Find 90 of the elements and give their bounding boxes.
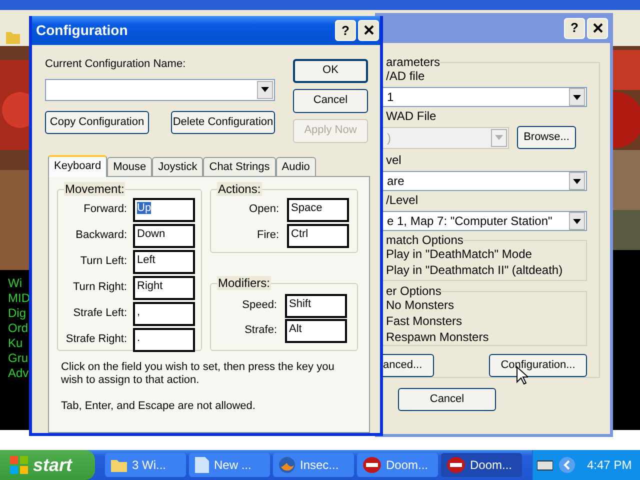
key-field[interactable]: Left xyxy=(133,250,195,274)
field-label: Forward: xyxy=(84,202,127,218)
console-text: Gru xyxy=(8,351,30,366)
field-value: Up xyxy=(137,202,152,214)
caret-icon xyxy=(261,87,269,92)
close-button[interactable] xyxy=(358,20,379,41)
field-label: Current Configuration Name: xyxy=(45,56,187,71)
help-button[interactable]: ? xyxy=(564,18,585,38)
browse-button[interactable]: Browse... xyxy=(517,126,576,149)
tab[interactable]: Keyboard xyxy=(48,154,108,177)
group-title: Modifiers: xyxy=(217,276,272,290)
option-label[interactable]: Respawn Monsters xyxy=(386,330,586,345)
field-value: . xyxy=(137,332,140,344)
mask-icon xyxy=(363,457,381,473)
caret-icon xyxy=(573,178,581,184)
mask-icon xyxy=(447,457,465,473)
console-text: MID xyxy=(8,291,30,306)
console-text: Ku xyxy=(8,336,24,351)
folder-icon xyxy=(111,458,127,472)
option-label[interactable]: Play in "Deathmatch II" (altdeath) xyxy=(386,263,586,277)
close-icon xyxy=(592,23,602,33)
field-label: Strafe Left: xyxy=(73,306,127,322)
tab[interactable]: Joystick xyxy=(152,156,204,176)
field-label: Backward: xyxy=(76,228,127,244)
console-text: Adv xyxy=(8,366,30,381)
field-value: Alt xyxy=(289,322,302,335)
key-field[interactable]: Right xyxy=(133,276,195,300)
taskbar-button[interactable]: Insec... xyxy=(273,453,354,477)
taskbar-button[interactable]: Doom... xyxy=(441,453,522,477)
document-icon xyxy=(195,457,209,473)
tab[interactable]: Mouse xyxy=(107,156,152,176)
field-value: , xyxy=(137,306,140,318)
key-field[interactable]: Up xyxy=(133,198,195,222)
field-value: Ctrl xyxy=(291,228,308,240)
console-text: Dig xyxy=(8,306,28,321)
dialog-button[interactable]: Cancel xyxy=(293,88,368,113)
key-field[interactable]: Ctrl xyxy=(287,224,349,248)
option-label[interactable]: No Monsters xyxy=(386,298,586,313)
windows-logo-icon xyxy=(10,456,28,474)
field-label: Turn Right: xyxy=(72,280,127,296)
copy-configuration-button[interactable]: Copy Configuration xyxy=(45,110,149,134)
key-field[interactable]: , xyxy=(133,302,195,326)
delete-configuration-button[interactable]: Delete Configuration xyxy=(171,110,275,134)
instruction-text: Click on the field you wish to set, then press the key you wish to assign to that action. xyxy=(61,360,336,387)
key-field[interactable]: Shift xyxy=(285,294,347,318)
window-title: Configuration xyxy=(36,20,128,40)
field-label: Open: xyxy=(249,202,279,218)
field-value: Space xyxy=(291,202,322,214)
cancel-button[interactable]: Cancel xyxy=(398,388,496,411)
field-label: Strafe Right: xyxy=(66,332,127,348)
console-text: Ord xyxy=(8,321,30,336)
caret-icon xyxy=(573,94,581,100)
help-button[interactable]: ? xyxy=(335,20,356,41)
field-label: Turn Left: xyxy=(80,254,127,270)
group-title: Actions: xyxy=(217,182,262,196)
field-value: Right xyxy=(137,280,163,292)
option-label[interactable]: Fast Monsters xyxy=(386,314,586,329)
caret-icon xyxy=(573,218,581,224)
field-label: Speed: xyxy=(242,298,277,314)
close-icon xyxy=(364,25,374,36)
field-label: vel xyxy=(385,153,402,167)
field-label: Fire: xyxy=(257,228,279,244)
instruction-text: Tab, Enter, and Escape are not allowed. xyxy=(61,400,256,413)
group-title: Movement: xyxy=(64,182,126,196)
close-button[interactable] xyxy=(587,18,608,38)
tab[interactable]: Chat Strings xyxy=(203,156,276,176)
key-field[interactable]: . xyxy=(133,328,195,352)
keyboard-icon[interactable] xyxy=(537,459,553,471)
configuration-button[interactable]: Configuration... xyxy=(489,354,587,377)
field-value: Left xyxy=(137,254,156,266)
key-field[interactable]: Space xyxy=(287,198,349,222)
taskbar-button[interactable]: New ... xyxy=(189,453,270,477)
option-label[interactable]: Play in "DeathMatch" Mode xyxy=(386,247,586,261)
console-text: Wi xyxy=(8,276,23,291)
tab[interactable]: Audio xyxy=(276,156,316,176)
field-label: WAD File xyxy=(385,109,438,123)
caret-icon xyxy=(495,135,503,140)
field-label: /Level xyxy=(385,193,420,207)
taskbar-button[interactable]: 3 Wi... xyxy=(105,453,186,477)
dialog-button[interactable]: OK xyxy=(293,58,368,83)
globe-icon xyxy=(279,457,295,473)
clock: 4:47 PM xyxy=(587,457,632,474)
chevron-left-icon[interactable] xyxy=(559,457,575,473)
field-value: Down xyxy=(137,228,166,240)
field-value: Shift xyxy=(289,298,312,310)
taskbar-button[interactable]: Doom... xyxy=(357,453,438,477)
field-label: /AD file xyxy=(385,69,426,83)
field-label: Strafe: xyxy=(244,323,277,338)
key-field[interactable]: Alt xyxy=(285,318,347,343)
key-field[interactable]: Down xyxy=(133,224,195,248)
